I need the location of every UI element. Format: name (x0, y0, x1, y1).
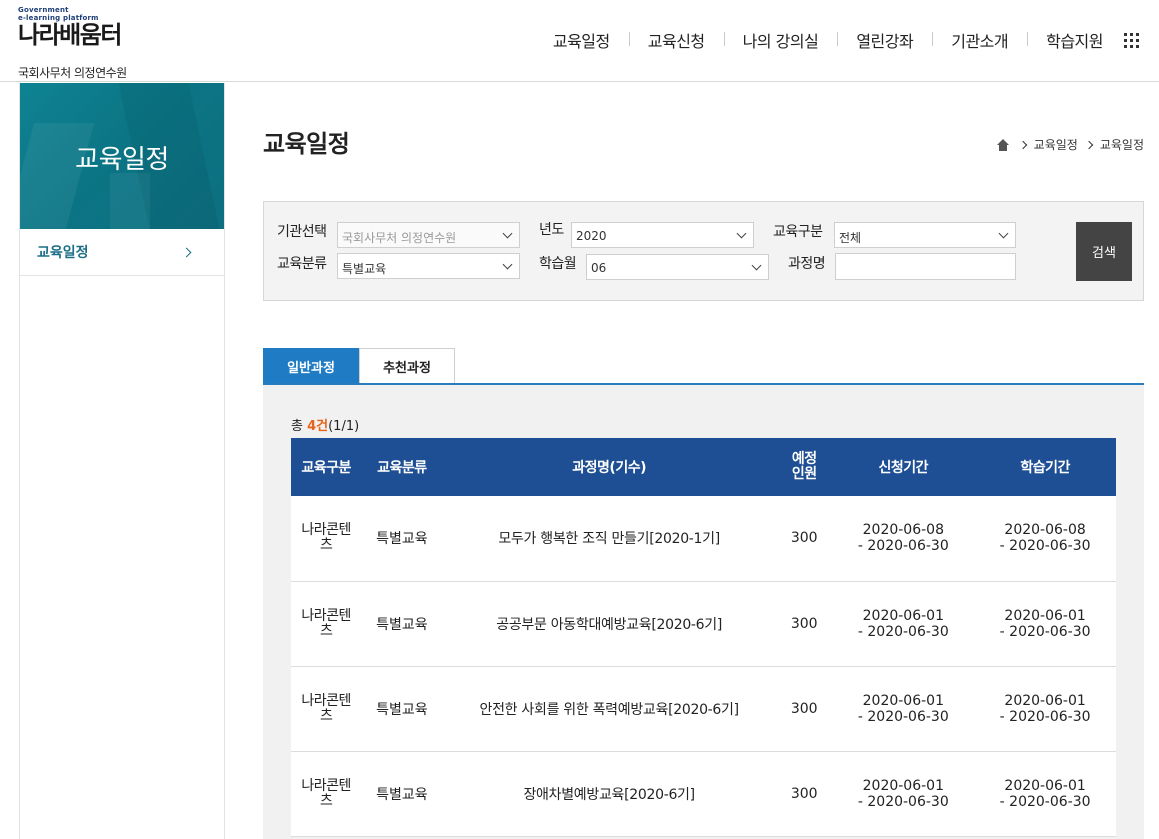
chevron-down-icon (736, 228, 747, 239)
sidebar-item-schedule[interactable]: 교육일정 (20, 229, 224, 276)
category-select[interactable]: 특별교육 (337, 253, 520, 279)
cell-category: 특별교육 (361, 496, 443, 582)
count-prefix: 총 (291, 419, 308, 434)
col-header-seats: 예정 인원 (775, 438, 833, 496)
breadcrumb: 교육일정 교육일정 (996, 136, 1144, 153)
course-name-label: 과정명 (788, 256, 826, 272)
cell-course-link[interactable]: 안전한 사회를 위한 폭력예방교육[2020-6기] (442, 666, 776, 752)
search-panel: 기관선택 국회사무처 의정연수원 년도 2020 교육구분 전체 교육분류 특별… (263, 201, 1144, 301)
logo-wordmark: 나라배움터 (18, 22, 127, 48)
cell-apply-period: 2020-06-01 - 2020-06-30 (832, 751, 975, 837)
col-header-study-period: 학습기간 (974, 438, 1116, 496)
category-select-value: 특별교육 (342, 262, 387, 276)
cell-type: 나라콘텐 츠 (291, 496, 362, 582)
sidebar-item-label: 교육일정 (37, 245, 89, 261)
nav-item-about[interactable]: 기관소개 (932, 28, 1027, 52)
nav-item-open-lectures[interactable]: 열린강좌 (837, 28, 932, 52)
search-button[interactable]: 검색 (1076, 222, 1132, 281)
table-row[interactable]: 나라콘텐 츠 특별교육 공공부문 아동학대예방교육[2020-6기] 300 2… (291, 581, 1116, 667)
result-count: 총 4건(1/1) (291, 415, 359, 434)
all-menu-grid-icon[interactable] (1122, 31, 1141, 50)
sidebar: 교육일정 교육일정 (19, 83, 225, 839)
tab-general[interactable]: 일반과정 (263, 348, 359, 383)
site-header: Government e-learning platform 나라배움터 국회사… (0, 0, 1159, 82)
nav-item-apply[interactable]: 교육신청 (628, 28, 724, 52)
edu-type-label: 교육구분 (773, 224, 823, 240)
cell-apply-period: 2020-06-01 - 2020-06-30 (832, 581, 975, 667)
schedule-table: 교육구분 교육분류 과정명(기수) 예정 인원 신청기간 학습기간 나라콘텐 츠… (291, 438, 1116, 837)
category-label: 교육분류 (277, 256, 327, 272)
year-select[interactable]: 2020 (571, 222, 754, 248)
tab-recommended[interactable]: 추천과정 (359, 348, 455, 383)
cell-type: 나라콘텐 츠 (291, 581, 362, 667)
edu-type-select-value: 전체 (839, 231, 862, 245)
cell-category: 특별교육 (361, 666, 443, 752)
chevron-down-icon (502, 259, 513, 270)
month-label: 학습월 (539, 256, 577, 272)
cell-seats: 300 (775, 751, 833, 837)
chevron-right-icon (181, 247, 192, 257)
table-row[interactable]: 나라콘텐 츠 특별교육 장애차별예방교육[2020-6기] 300 2020-0… (291, 751, 1116, 837)
cell-type: 나라콘텐 츠 (291, 751, 362, 837)
col-header-category: 교육분류 (361, 438, 443, 496)
agency-select-value: 국회사무처 의정연수원 (342, 231, 457, 245)
year-select-value: 2020 (576, 229, 607, 243)
cell-seats: 300 (775, 581, 833, 667)
breadcrumb-item[interactable]: 교육일정 (1100, 136, 1144, 153)
chevron-down-icon (502, 228, 513, 239)
table-row[interactable]: 나라콘텐 츠 특별교육 모두가 행복한 조직 만들기[2020-1기] 300 … (291, 496, 1116, 582)
count-number: 4건 (307, 419, 329, 434)
cell-seats: 300 (775, 496, 833, 582)
cell-course-link[interactable]: 모두가 행복한 조직 만들기[2020-1기] (442, 496, 776, 582)
cell-apply-period: 2020-06-08 - 2020-06-30 (832, 496, 975, 582)
year-label: 년도 (539, 222, 564, 238)
col-header-apply-period: 신청기간 (832, 438, 975, 496)
table-row[interactable]: 나라콘텐 츠 특별교육 안전한 사회를 위한 폭력예방교육[2020-6기] 3… (291, 666, 1116, 752)
nav-item-schedule[interactable]: 교육일정 (534, 28, 629, 52)
logo-text: 나라배움터 (18, 21, 122, 49)
cell-course-link[interactable]: 공공부문 아동학대예방교육[2020-6기] (442, 581, 776, 667)
cell-study-period: 2020-06-01 - 2020-06-30 (974, 581, 1116, 667)
course-name-input[interactable] (835, 253, 1016, 280)
chevron-down-icon (751, 260, 762, 271)
cell-seats: 300 (775, 666, 833, 752)
nav-item-my-classroom[interactable]: 나의 강의실 (723, 28, 838, 52)
org-name: 국회사무처 의정연수원 (18, 66, 127, 80)
agency-select[interactable]: 국회사무처 의정연수원 (337, 222, 520, 248)
cell-course-link[interactable]: 장애차별예방교육[2020-6기] (442, 751, 776, 837)
agency-label: 기관선택 (277, 224, 327, 240)
cell-apply-period: 2020-06-01 - 2020-06-30 (832, 666, 975, 752)
home-icon[interactable] (996, 138, 1010, 151)
course-tabs: 일반과정 추천과정 (263, 348, 1144, 385)
global-nav: 교육일정 교육신청 나의 강의실 열린강좌 기관소개 학습지원 (534, 28, 1141, 52)
cell-category: 특별교육 (361, 751, 443, 837)
chevron-right-icon (1018, 140, 1027, 149)
sidebar-hero-title: 교육일정 (75, 145, 169, 175)
month-select[interactable]: 06 (586, 254, 769, 280)
chevron-right-icon (1084, 140, 1094, 149)
page-title: 교육일정 (263, 130, 350, 158)
cell-study-period: 2020-06-08 - 2020-06-30 (974, 496, 1116, 582)
result-area: 총 4건(1/1) 교육구분 교육분류 과정명(기수) 예정 인원 신청기간 학… (263, 385, 1144, 839)
nav-item-support[interactable]: 학습지원 (1027, 28, 1122, 52)
col-header-type: 교육구분 (291, 438, 362, 496)
cell-study-period: 2020-06-01 - 2020-06-30 (974, 666, 1116, 752)
col-header-course: 과정명(기수) (442, 438, 776, 496)
logo-subtitle: Government e-learning platform (18, 6, 99, 22)
site-logo[interactable]: Government e-learning platform 나라배움터 국회사… (18, 6, 127, 81)
breadcrumb-item[interactable]: 교육일정 (1034, 136, 1078, 153)
chevron-down-icon (998, 228, 1009, 239)
edu-type-select[interactable]: 전체 (834, 222, 1016, 248)
month-select-value: 06 (591, 261, 607, 275)
cell-study-period: 2020-06-01 - 2020-06-30 (974, 751, 1116, 837)
table-header-row: 교육구분 교육분류 과정명(기수) 예정 인원 신청기간 학습기간 (291, 438, 1116, 496)
sidebar-hero: 교육일정 (20, 83, 224, 229)
cell-type: 나라콘텐 츠 (291, 666, 362, 752)
cell-category: 특별교육 (361, 581, 443, 667)
count-page: (1/1) (328, 419, 360, 434)
